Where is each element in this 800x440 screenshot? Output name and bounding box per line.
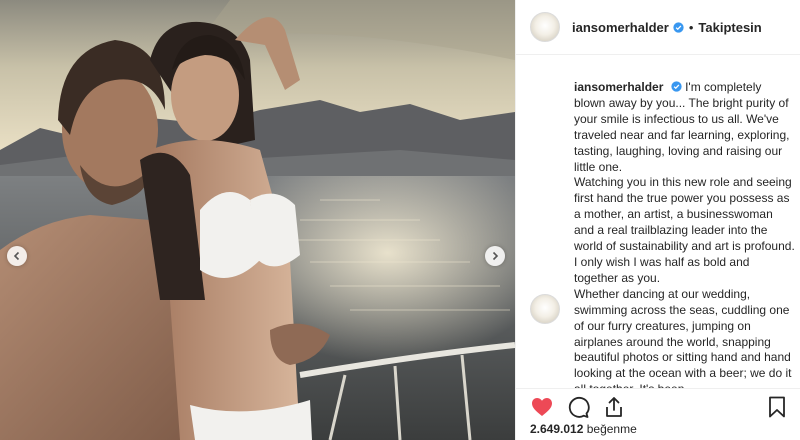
caption-username[interactable]: iansomerhalder bbox=[574, 80, 663, 94]
chevron-right-icon bbox=[492, 251, 499, 261]
chevron-left-icon bbox=[13, 251, 20, 261]
comment-icon[interactable] bbox=[566, 395, 590, 419]
post-actions: 2.649.012 beğenme bbox=[516, 388, 800, 440]
likes-summary[interactable]: 2.649.012 beğenme bbox=[530, 422, 637, 436]
following-button[interactable]: Takiptesin bbox=[698, 20, 761, 35]
separator-dot: • bbox=[688, 19, 694, 35]
carousel-prev-button[interactable] bbox=[7, 246, 27, 266]
caption-paragraph: iansomerhalder I'm completely blown away… bbox=[574, 80, 796, 175]
share-icon[interactable] bbox=[602, 395, 626, 419]
post-photo[interactable] bbox=[0, 0, 515, 440]
post-header: iansomerhalder • Takiptesin bbox=[516, 0, 800, 55]
avatar[interactable] bbox=[530, 12, 560, 42]
caption-text-3: Whether dancing at our wedding, swimming… bbox=[574, 286, 792, 388]
caption-text-2: Watching you in this new role and seeing… bbox=[574, 175, 795, 285]
verified-badge-icon bbox=[671, 81, 682, 92]
instagram-post: iansomerhalder • Takiptesin iansomerhald… bbox=[0, 0, 800, 440]
bookmark-icon[interactable] bbox=[765, 395, 789, 419]
verified-badge-icon bbox=[673, 21, 684, 33]
caption-avatar[interactable] bbox=[530, 294, 560, 324]
caption-text-1: I'm completely blown away by you... The … bbox=[574, 80, 790, 174]
post-caption: iansomerhalder I'm completely blown away… bbox=[574, 80, 796, 388]
post-side-panel: iansomerhalder • Takiptesin iansomerhald… bbox=[515, 0, 800, 440]
comments-area[interactable]: iansomerhalder I'm completely blown away… bbox=[516, 56, 800, 388]
photo-scene bbox=[0, 0, 515, 440]
likes-count: 2.649.012 bbox=[530, 422, 584, 436]
header-username[interactable]: iansomerhalder bbox=[572, 20, 669, 35]
likes-label: beğenme bbox=[586, 422, 637, 436]
carousel-next-button[interactable] bbox=[485, 246, 505, 266]
heart-filled-icon[interactable] bbox=[530, 395, 554, 419]
